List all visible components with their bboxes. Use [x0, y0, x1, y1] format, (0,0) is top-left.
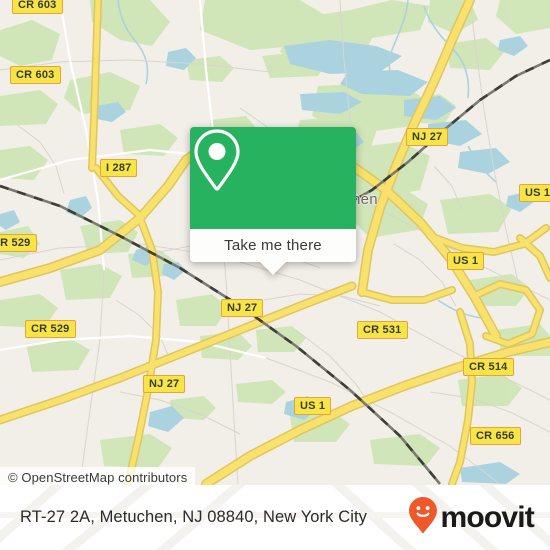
address-text: RT-27 2A, Metuchen, NJ 08840, New York C…: [20, 508, 368, 526]
road-shield: CR 603: [10, 66, 61, 84]
road-shield: CR 656: [470, 427, 521, 445]
road-shield: US 1: [447, 252, 485, 270]
road-shield: CR 603: [12, 0, 63, 14]
map-canvas[interactable]: CR 603 CR 603 I 287 CR 529 CR 529 NJ 27 …: [0, 0, 550, 485]
road-shield: CR 529: [25, 320, 76, 338]
popup-footer[interactable]: Take me there: [190, 229, 356, 275]
road-shield: CR 529: [0, 234, 37, 252]
popup-pointer-tail: [260, 262, 286, 275]
popup-header: [190, 127, 356, 229]
moovit-smiley-pin-icon: [408, 496, 438, 539]
road-shield: US 1: [519, 184, 550, 202]
road-shield: NJ 27: [221, 299, 264, 317]
road-shield: NJ 27: [406, 128, 449, 146]
moovit-wordmark: moovit: [440, 500, 534, 534]
road-shield: I 287: [100, 159, 138, 177]
osm-attribution[interactable]: © OpenStreetMap contributors: [0, 467, 196, 485]
map-screenshot: CR 603 CR 603 I 287 CR 529 CR 529 NJ 27 …: [0, 0, 550, 550]
footer-bar: RT-27 2A, Metuchen, NJ 08840, New York C…: [0, 485, 550, 550]
road-shield: NJ 27: [143, 375, 186, 393]
road-shield: CR 514: [463, 358, 514, 376]
road-shield: US 1: [294, 397, 332, 415]
take-me-there-button[interactable]: Take me there: [224, 237, 322, 254]
location-popup-card[interactable]: Take me there: [190, 127, 356, 275]
road-shield: CR 531: [357, 321, 408, 339]
moovit-logo[interactable]: moovit: [408, 496, 535, 539]
